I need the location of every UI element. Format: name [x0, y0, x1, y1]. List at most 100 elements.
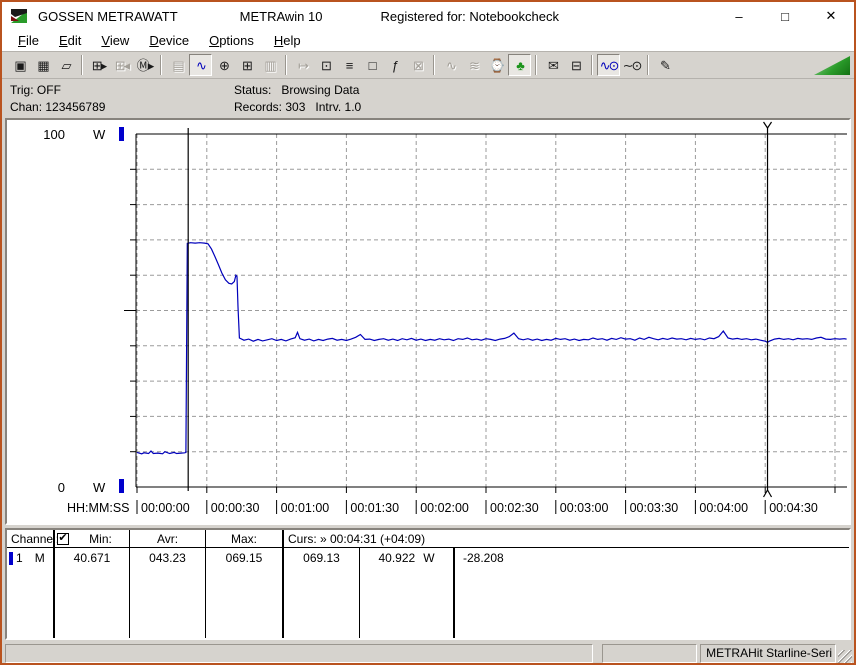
channel-setup-button[interactable]: ≡ — [337, 54, 360, 76]
channel-header-cell: Channel: — [7, 530, 55, 548]
wave-minmax-button: ∿ — [439, 54, 462, 76]
maximize-button[interactable]: □ — [762, 2, 808, 30]
comment-button[interactable]: ✎ — [653, 54, 676, 76]
channel-header-label: Channel: — [7, 532, 59, 546]
records-value: 303 — [285, 100, 305, 114]
menu-item-options[interactable]: Options — [199, 31, 264, 50]
formula-editor-button[interactable]: ƒ — [383, 54, 406, 76]
min-header-label: Min: — [72, 532, 129, 546]
toolbar-separator — [160, 55, 162, 75]
menu-item-file[interactable]: File — [8, 31, 49, 50]
time-tick-label-6: 00:03:00 — [560, 501, 609, 515]
min-value-cell: 40.671 — [55, 548, 130, 638]
read-memory-button[interactable]: Ⓜ▸ — [133, 54, 156, 76]
cursor1-value: 069.13 — [303, 551, 340, 565]
zoom-curve-button[interactable]: ∿⊙ — [597, 54, 620, 76]
save-data-icon: ▦ — [37, 59, 47, 72]
channel-marker-bottom — [119, 479, 124, 493]
export-data-button: ↦ — [291, 54, 314, 76]
comment-icon: ✎ — [660, 59, 669, 72]
save-data-button[interactable]: ▦ — [31, 54, 54, 76]
print-button[interactable]: ⊟ — [564, 54, 587, 76]
diff-value-cell: -28.208 — [455, 548, 849, 638]
curve-view-button[interactable]: ∿ — [189, 54, 212, 76]
y-min-label: 0 — [58, 480, 65, 495]
menu-item-device[interactable]: Device — [139, 31, 199, 50]
curve-view-icon: ∿ — [196, 59, 205, 72]
channel-number: 1 — [16, 551, 23, 565]
time-tick-label-9: 00:04:30 — [769, 501, 818, 515]
write-device-icon: ⊞◂ — [115, 59, 128, 72]
print-icon: ⊟ — [571, 59, 580, 72]
read-memory-icon: Ⓜ▸ — [137, 59, 153, 72]
trig-value: OFF — [37, 83, 61, 97]
read-device-icon: ⊞▸ — [92, 59, 105, 72]
registration-text: Registered for: Notebookcheck — [380, 9, 558, 24]
screen-capture-button[interactable]: ⊡ — [314, 54, 337, 76]
menu-item-edit[interactable]: Edit — [49, 31, 91, 50]
menu-item-view[interactable]: View — [91, 31, 139, 50]
status-label: Status: — [234, 83, 271, 97]
cursor-header-label: Curs: » 00:04:31 (+04:09) — [284, 532, 425, 546]
device-name-text: METRAHit Starline-Seri — [706, 646, 832, 660]
statusbar-message-panel — [5, 644, 593, 663]
max-header-label: Max: — [206, 532, 282, 546]
diff-header-cell — [455, 530, 849, 548]
display-setup-button[interactable]: □ — [360, 54, 383, 76]
toolbar-separator — [591, 55, 593, 75]
zoom-curve-icon: ∿⊙ — [600, 59, 618, 72]
crosshair-view-button[interactable]: ⊕ — [212, 54, 235, 76]
acquisition-status-panel: Trig: OFF Chan: 123456789 Status: Browsi… — [2, 79, 854, 118]
cursor-handle-bottom-right — [768, 490, 772, 497]
read-device-button[interactable]: ⊞▸ — [87, 54, 110, 76]
interval-label: Intrv. — [315, 100, 341, 114]
y-unit-top-label: W — [93, 127, 106, 142]
close-button[interactable]: ✕ — [808, 2, 854, 30]
cursor2-value: 40.922 — [378, 551, 415, 565]
open-file-button[interactable]: ▱ — [54, 54, 77, 76]
bar-view-button: ▥ — [258, 54, 281, 76]
y-unit-bottom-label: W — [93, 480, 106, 495]
avr-value-cell: 043.23 — [130, 548, 206, 638]
resize-grip[interactable] — [838, 650, 852, 664]
print-report-icon: ✉ — [548, 59, 557, 72]
formula-editor-icon: ƒ — [392, 59, 397, 72]
channel-row-id-cell: 1 M — [7, 548, 55, 638]
time-setup-button[interactable]: ⌚ — [485, 54, 508, 76]
statusbar-aux-panel — [602, 644, 697, 663]
max-header-cell: Max: — [206, 530, 284, 548]
toolbar-separator — [285, 55, 287, 75]
power-curve-1 — [137, 243, 847, 454]
app-name-title: METRAwin 10 — [240, 9, 323, 24]
minimize-button[interactable]: – — [716, 2, 762, 30]
menu-item-help[interactable]: Help — [264, 31, 311, 50]
toolbar-separator — [647, 55, 649, 75]
status-bar: METRAHit Starline-Seri — [2, 640, 854, 664]
save-curve-icon: ▣ — [14, 59, 24, 72]
cursor-diff-value: -28.208 — [463, 551, 504, 565]
app-logo-icon — [10, 8, 28, 24]
wave-envelope-icon: ≋ — [469, 59, 478, 72]
time-axis-format-label: HH:MM:SS — [67, 501, 130, 515]
toolbar-separator — [535, 55, 537, 75]
save-curve-button[interactable]: ▣ — [8, 54, 31, 76]
trigger-setup-icon: ♣ — [516, 59, 523, 72]
time-tick-label-1: 00:00:30 — [211, 501, 260, 515]
title-bar: GOSSEN METRAWATT METRAwin 10 Registered … — [2, 2, 854, 30]
avr-header-label: Avr: — [130, 532, 205, 546]
channel-mode: M — [35, 551, 45, 565]
trigger-setup-button[interactable]: ♣ — [508, 54, 531, 76]
channel-visible-checkbox[interactable]: ✔ — [57, 533, 69, 545]
time-tick-label-7: 00:03:30 — [630, 501, 679, 515]
digital-display-icon: ▤ — [172, 59, 182, 72]
checkmark-icon: ✔ — [58, 533, 67, 544]
cursor-header-cell: Curs: » 00:04:31 (+04:09) — [284, 530, 455, 548]
toolbar-corner-triangle — [814, 56, 850, 75]
power-chart: 100W0WHH:MM:SS00:00:0000:00:3000:01:0000… — [7, 120, 852, 523]
zoom-select-button[interactable]: ∼⊙ — [620, 54, 643, 76]
time-tick-label-0: 00:00:00 — [141, 501, 190, 515]
display-setup-icon: □ — [369, 59, 375, 72]
table-view-button[interactable]: ⊞ — [235, 54, 258, 76]
print-report-button[interactable]: ✉ — [541, 54, 564, 76]
device-panel-button: ⊠ — [406, 54, 429, 76]
